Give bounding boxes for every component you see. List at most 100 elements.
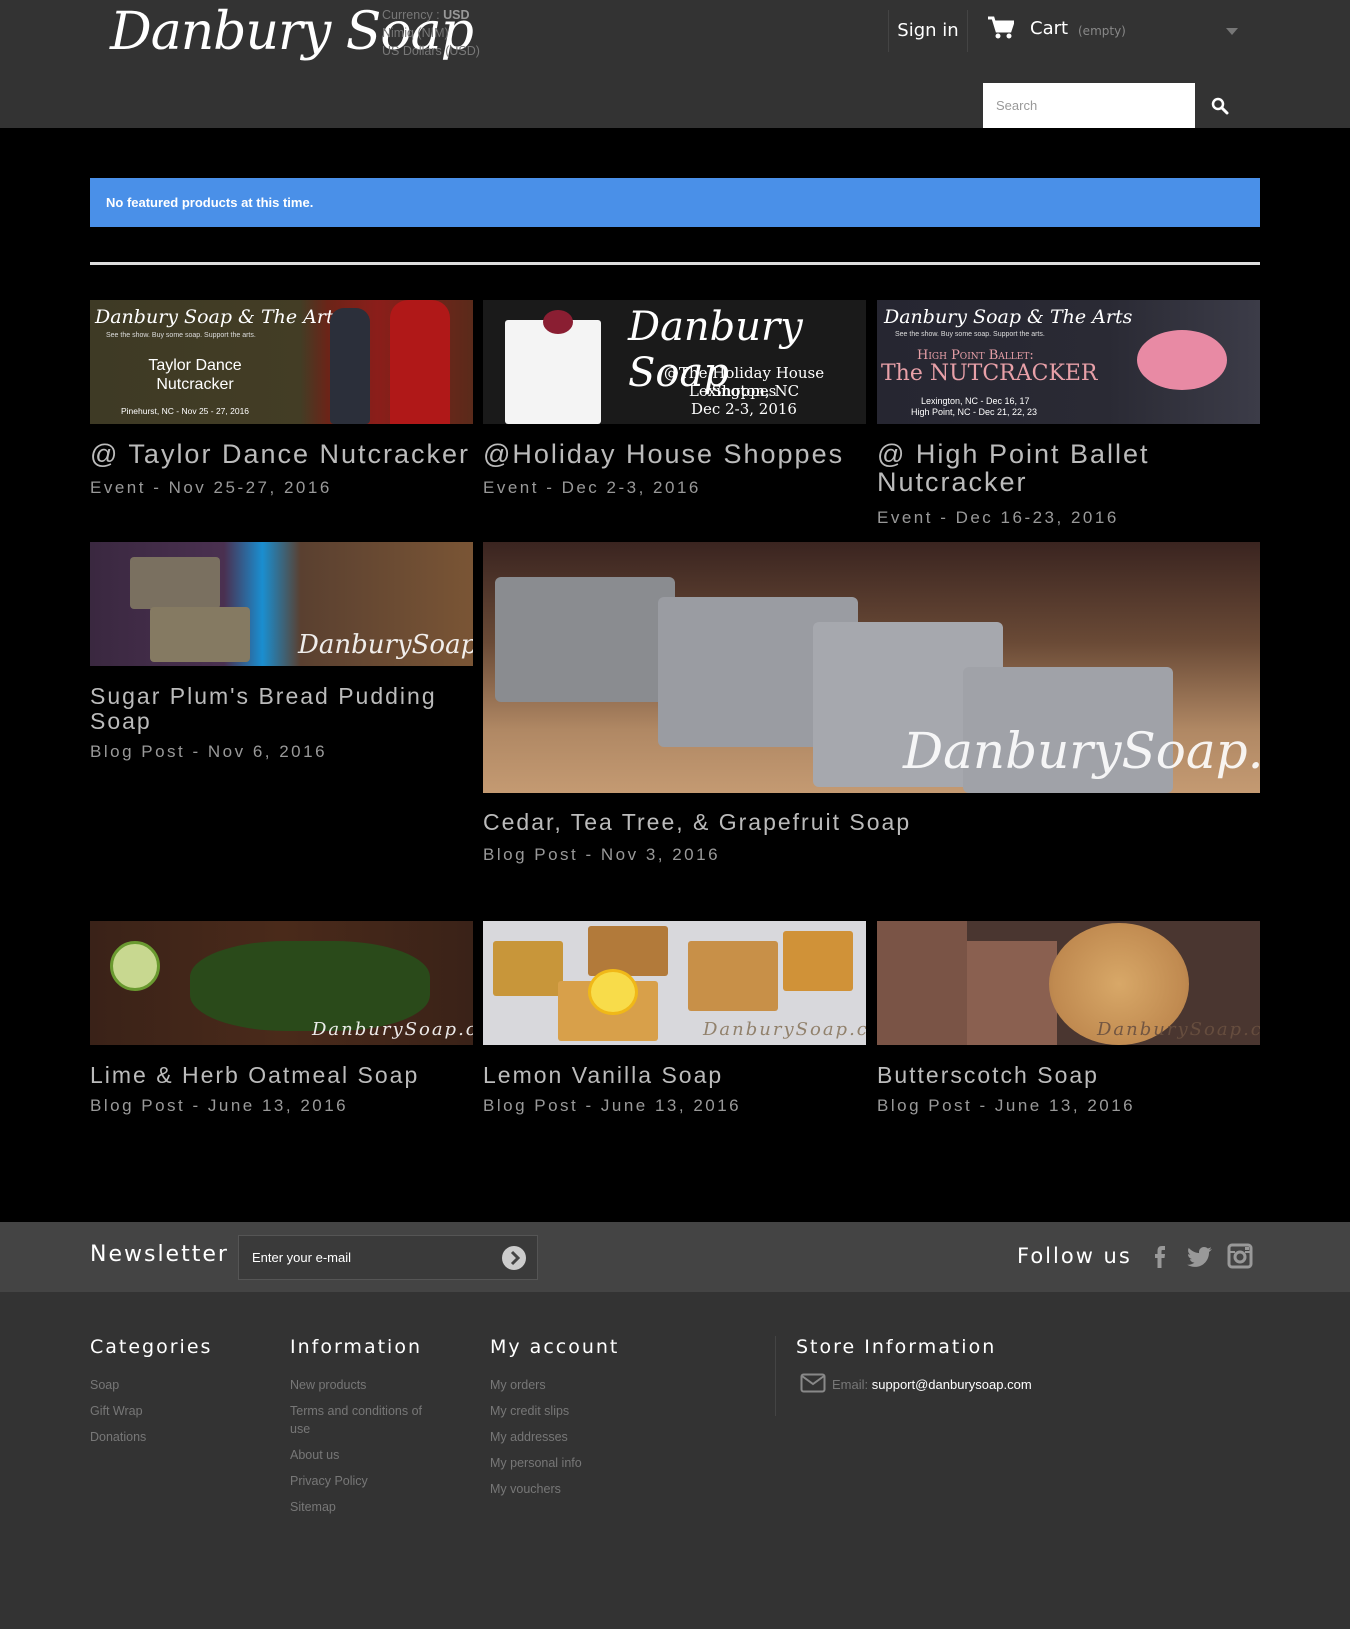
footer-link-donations[interactable]: Donations: [90, 1424, 212, 1450]
footer-link-my-addresses[interactable]: My addresses: [490, 1424, 619, 1450]
tile-subtitle: Blog Post - June 13, 2016: [483, 1096, 742, 1115]
banner-taylor-dance[interactable]: Danbury Soap & The Arts See the show. Bu…: [90, 300, 473, 424]
store-email: Email: support@danburysoap.com: [800, 1373, 1032, 1393]
tile-title[interactable]: Cedar, Tea Tree, & Grapefruit Soap: [483, 810, 911, 834]
soap-bar: [967, 941, 1057, 1045]
divider: [90, 262, 1260, 265]
footer: Categories Soap Gift Wrap Donations Info…: [0, 1292, 1350, 1629]
tile-title[interactable]: Lemon Vanilla Soap: [483, 1063, 723, 1087]
banner-line3: Dec 2-3, 2016: [691, 400, 797, 418]
tile-subtitle: Blog Post - June 13, 2016: [877, 1096, 1136, 1115]
footer-link-gift-wrap[interactable]: Gift Wrap: [90, 1398, 212, 1424]
footer-link-my-orders[interactable]: My orders: [490, 1372, 619, 1398]
footer-categories: Categories Soap Gift Wrap Donations: [90, 1336, 212, 1450]
currency-label: Currency :: [382, 8, 440, 22]
watermark: DanburySoap.com: [312, 1019, 473, 1040]
soap-bar: [688, 941, 778, 1011]
footer-link-privacy-policy[interactable]: Privacy Policy: [290, 1468, 460, 1494]
footer-link-my-personal-info[interactable]: My personal info: [490, 1450, 619, 1476]
instagram-icon[interactable]: [1226, 1242, 1254, 1270]
banner-event2: The NUTCRACKER: [881, 361, 1098, 386]
soap-bar: [130, 557, 220, 609]
tile-butterscotch[interactable]: DanburySoap.com Butterscotch Soap Blog P…: [877, 921, 1260, 1121]
tile-title[interactable]: Lime & Herb Oatmeal Soap: [90, 1063, 419, 1087]
image-lemon-vanilla-soap[interactable]: DanburySoap.com: [483, 921, 866, 1045]
banner-loc1: Lexington, NC - Dec 16, 17: [921, 396, 1030, 406]
currency-option-usd[interactable]: US Dollars (USD): [382, 42, 480, 60]
cart-icon: [988, 16, 1014, 39]
gift-ribbon: [543, 310, 573, 334]
watermark: DanburySoap.com: [298, 630, 473, 660]
email-label: Email:: [832, 1377, 869, 1392]
banner-location: Pinehurst, NC - Nov 25 - 27, 2016: [121, 406, 250, 416]
tile-taylor-dance[interactable]: Danbury Soap & The Arts See the show. Bu…: [90, 300, 473, 500]
email-link[interactable]: support@danburysoap.com: [872, 1377, 1032, 1392]
twitter-icon[interactable]: [1186, 1242, 1214, 1270]
footer-account: My account My orders My credit slips My …: [490, 1336, 619, 1502]
image-lime-herb-soap[interactable]: DanburySoap.com: [90, 921, 473, 1045]
tile-sugar-plum[interactable]: DanburySoap.com Sugar Plum's Bread Puddi…: [90, 542, 473, 762]
watermark: DanburySoap.com: [903, 722, 1260, 780]
banner-high-point[interactable]: Danbury Soap & The Arts See the show. Bu…: [877, 300, 1260, 424]
ballerina-figure: [1137, 330, 1227, 390]
tile-subtitle: Event - Dec 16-23, 2016: [877, 508, 1119, 527]
tile-title[interactable]: Butterscotch Soap: [877, 1063, 1099, 1087]
nutcracker-figure: [330, 308, 370, 424]
banner-tagline: See the show. Buy some soap. Support the…: [895, 331, 1045, 338]
tile-holiday-house[interactable]: Danbury Soap @The Holiday House Shoppes …: [483, 300, 866, 500]
search-button[interactable]: [1195, 83, 1245, 128]
tile-title[interactable]: @ High Point Ballet Nutcracker: [877, 440, 1207, 497]
footer-link-terms[interactable]: use: [290, 1420, 460, 1442]
footer-link-about-us[interactable]: About us: [290, 1442, 460, 1468]
soap-bar: [783, 931, 853, 991]
footer-store-info: Store Information: [796, 1336, 996, 1372]
envelope-icon: [800, 1373, 826, 1393]
image-butterscotch-soap[interactable]: DanburySoap.com: [877, 921, 1260, 1045]
image-cedar-tea-tree-soap[interactable]: DanburySoap.com: [483, 542, 1260, 793]
footer-link-sitemap[interactable]: Sitemap: [290, 1494, 460, 1520]
footer-link-my-credit-slips[interactable]: My credit slips: [490, 1398, 619, 1424]
tile-cedar-tea-tree[interactable]: DanburySoap.com Cedar, Tea Tree, & Grape…: [483, 542, 1260, 864]
tile-high-point[interactable]: Danbury Soap & The Arts See the show. Bu…: [877, 300, 1260, 530]
sign-in-link[interactable]: Sign in: [888, 10, 968, 52]
newsletter-email-input[interactable]: [238, 1235, 538, 1280]
tile-lime-herb[interactable]: DanburySoap.com Lime & Herb Oatmeal Soap…: [90, 921, 473, 1121]
lemon-slice: [588, 969, 638, 1015]
tile-lemon-vanilla[interactable]: DanburySoap.com Lemon Vanilla Soap Blog …: [483, 921, 866, 1121]
chevron-down-icon[interactable]: [1226, 28, 1238, 35]
tile-subtitle: Blog Post - Nov 3, 2016: [483, 845, 721, 864]
banner-holiday-house[interactable]: Danbury Soap @The Holiday House Shoppes …: [483, 300, 866, 424]
currency-selector[interactable]: Currency : USD Nimiq (NIM) US Dollars (U…: [382, 6, 480, 60]
soap-bar: [588, 926, 668, 976]
search-icon: [1211, 97, 1229, 115]
currency-value: USD: [443, 8, 470, 22]
banner-tagline: See the show. Buy some soap. Support the…: [106, 332, 256, 339]
soap-bar: [150, 607, 250, 662]
cart-label: Cart: [1030, 18, 1069, 39]
search-input[interactable]: [983, 83, 1195, 128]
watermark: DanburySoap.com: [1097, 1019, 1260, 1040]
footer-information: Information New products Terms and condi…: [290, 1336, 460, 1520]
currency-option-nim[interactable]: Nimiq (NIM): [382, 24, 480, 42]
footer-heading: Categories: [90, 1336, 213, 1358]
newsletter-submit-button[interactable]: [502, 1246, 526, 1270]
facebook-icon[interactable]: [1146, 1242, 1174, 1270]
tile-title[interactable]: @Holiday House Shoppes: [483, 440, 844, 469]
tile-subtitle: Event - Nov 25-27, 2016: [90, 478, 332, 497]
follow-us-title: Follow us: [1017, 1244, 1132, 1268]
banner-line2: Lexington, NC: [688, 382, 800, 400]
soap-bar: [493, 941, 563, 996]
cart-status: (empty): [1078, 24, 1126, 38]
tile-title[interactable]: @ Taylor Dance Nutcracker: [90, 440, 470, 469]
footer-link-soap[interactable]: Soap: [90, 1372, 212, 1398]
footer-heading: My account: [490, 1336, 620, 1358]
image-sugar-plum-soap[interactable]: DanburySoap.com: [90, 542, 473, 666]
tile-subtitle: Blog Post - Nov 6, 2016: [90, 742, 328, 761]
tile-title[interactable]: Sugar Plum's Bread Pudding Soap: [90, 684, 470, 734]
banner-brand: Danbury Soap & The Arts: [884, 306, 1133, 328]
cart-button[interactable]: Cart (empty): [988, 14, 1238, 50]
newsletter-bar: Newsletter Follow us: [0, 1222, 1350, 1292]
footer-link-my-vouchers[interactable]: My vouchers: [490, 1476, 619, 1502]
footer-link-new-products[interactable]: New products: [290, 1372, 460, 1398]
footer-link-terms[interactable]: Terms and conditions of: [290, 1398, 460, 1420]
